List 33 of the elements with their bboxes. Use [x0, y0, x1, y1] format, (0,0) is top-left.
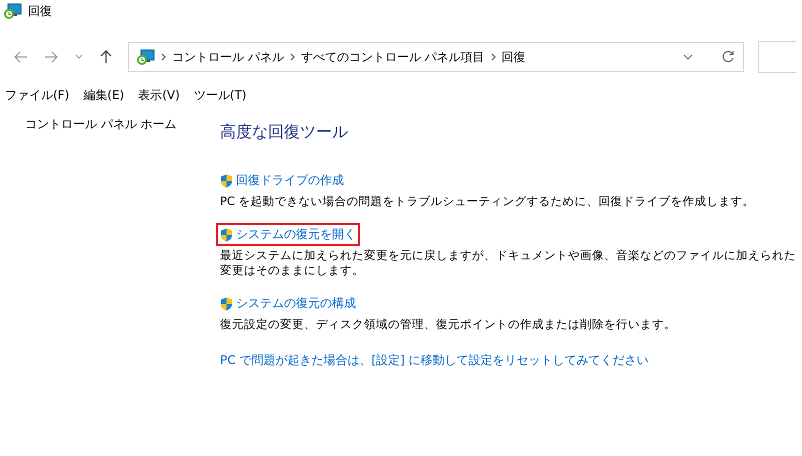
recovery-pc-icon [4, 3, 22, 19]
back-arrow-icon[interactable] [14, 51, 28, 63]
menu-item[interactable]: 編集(E) [83, 86, 124, 104]
task-description: 最近システムに加えられた変更を元に戻しますが、ドキュメントや画像、音楽などのファイルに加えられた変更はそのままにします。 [220, 248, 796, 278]
task-description: 復元設定の変更、ディスク領域の管理、復元ポイントの作成または削除を行います。 [220, 317, 677, 332]
breadcrumb[interactable]: すべてのコントロール パネル項目 [300, 48, 485, 66]
breadcrumb[interactable]: 回復 [502, 48, 526, 66]
settings-link[interactable]: PC で問題が起きた場合は、[設定] に移動して設定をリセットしてみてください [220, 352, 649, 369]
address-bar[interactable]: コントロール パネル すべてのコントロール パネル項目 回復 [128, 42, 744, 72]
task-description: PC を起動できない場合の問題をトラブルシューティングするために、回復ドライブを作成します。 [220, 194, 756, 209]
refresh-icon[interactable] [721, 50, 735, 64]
menu-item[interactable]: ツール(T) [194, 86, 246, 104]
section-heading: 高度な回復ツール [220, 122, 349, 143]
up-arrow-icon[interactable] [100, 50, 112, 64]
menu-item[interactable]: 表示(V) [138, 86, 180, 104]
search-field[interactable] [758, 41, 796, 73]
window-title: 回復 [28, 2, 52, 20]
task-link[interactable]: システムの復元を開く [216, 223, 360, 246]
chevron-down-icon[interactable] [683, 54, 693, 60]
shield-icon [220, 296, 233, 310]
forward-arrow-icon[interactable] [44, 51, 58, 63]
shield-icon [220, 228, 233, 242]
task-link[interactable]: 回復ドライブの作成 [216, 169, 348, 192]
recent-chevron-icon[interactable] [74, 54, 84, 60]
chevron-right-icon [290, 53, 295, 61]
chevron-right-icon [161, 53, 166, 61]
breadcrumb[interactable]: コントロール パネル [172, 48, 284, 66]
sidebar-link[interactable]: コントロール パネル ホーム [25, 117, 177, 131]
recovery-pc-icon [137, 49, 155, 65]
chevron-right-icon [490, 53, 496, 61]
task-link[interactable]: システムの復元の構成 [216, 292, 360, 315]
menu-item[interactable]: ファイル(F) [5, 86, 70, 104]
shield-icon [220, 174, 233, 188]
